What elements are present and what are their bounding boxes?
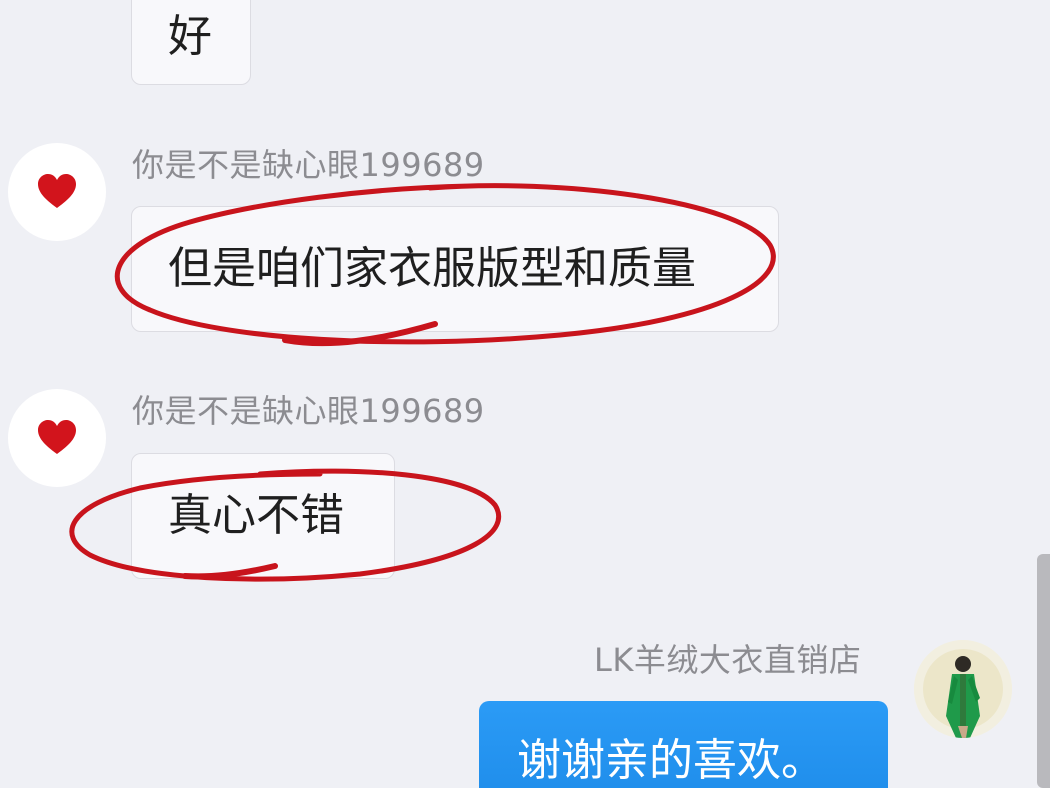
heart-icon [38,174,76,208]
message-text: 真心不错 [168,490,344,541]
heart-icon [38,420,76,454]
chat-area: 好 你是不是缺心眼199689 但是咱们家衣服版型和质量 你是不是缺心眼1996… [0,0,1050,788]
sender-name: 你是不是缺心眼199689 [132,146,485,184]
sender-name: 你是不是缺心眼199689 [132,392,485,430]
message-bubble[interactable]: 谢谢亲的喜欢。 [479,701,888,788]
shop-avatar[interactable] [914,640,1012,738]
message-text: 但是咱们家衣服版型和质量 [168,243,696,294]
message-text: 好 [168,10,212,62]
message-bubble[interactable]: 好 [131,0,251,85]
message-bubble[interactable]: 但是咱们家衣服版型和质量 [131,206,779,332]
model-photo [914,640,1012,738]
message-bubble[interactable]: 真心不错 [131,453,395,579]
user-avatar[interactable] [8,389,106,487]
sender-name: LK羊绒大衣直销店 [594,641,862,679]
scrollbar[interactable] [1037,554,1050,788]
user-avatar[interactable] [8,143,106,241]
message-text: 谢谢亲的喜欢。 [517,735,825,786]
